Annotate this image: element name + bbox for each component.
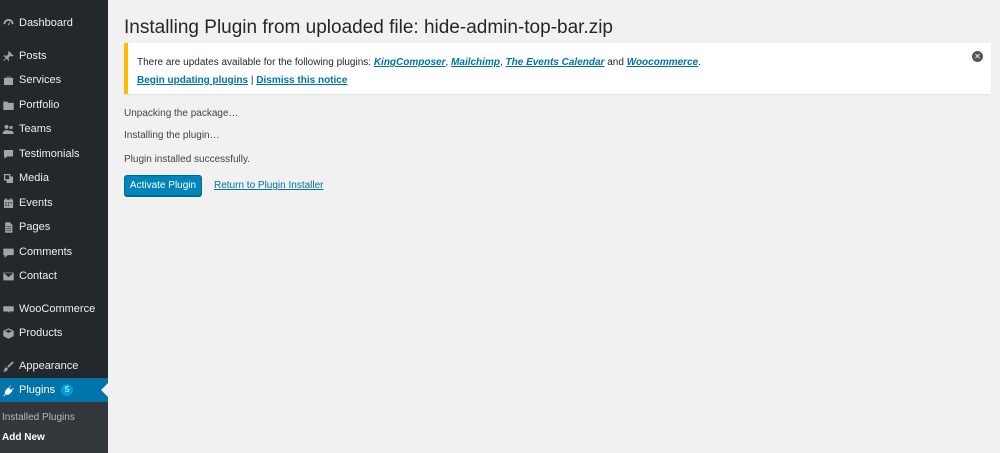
notice-actions: Begin updating plugins | Dismiss this no… <box>137 75 347 86</box>
sidebar-item-label: Media <box>19 172 49 184</box>
brush-icon <box>1 359 15 373</box>
page-icon <box>1 220 15 234</box>
sidebar-item-label: Pages <box>19 221 51 233</box>
sidebar-item-events[interactable]: Events <box>0 191 108 215</box>
sidebar-item-label: Events <box>19 197 53 209</box>
sidebar-item-label: Dashboard <box>19 17 73 29</box>
sidebar-item-label: Products <box>19 327 63 339</box>
notice-and: and <box>604 57 627 68</box>
sidebar-item-label: Services <box>19 74 62 86</box>
dashboard-icon <box>1 16 15 30</box>
comment-icon <box>1 245 15 259</box>
users-icon <box>1 122 15 136</box>
sidebar-item-comments[interactable]: Comments <box>0 240 108 264</box>
plugins-submenu: Installed Plugins Add New <box>0 402 108 453</box>
sidebar-item-products[interactable]: Products <box>0 321 108 345</box>
sidebar-item-label: Teams <box>19 123 52 135</box>
begin-updating-link[interactable]: Begin updating plugins <box>137 75 248 86</box>
sidebar-item-label: Comments <box>19 246 73 258</box>
quote-icon <box>1 147 15 161</box>
folder-icon <box>1 98 15 112</box>
update-notice: There are updates available for the foll… <box>124 43 991 94</box>
submenu-item-add-new[interactable]: Add New <box>2 432 45 443</box>
close-icon[interactable]: ✕ <box>972 51 983 62</box>
sidebar-item-dashboard[interactable]: Dashboard <box>0 11 108 35</box>
sidebar-item-plugins[interactable]: Plugins 5 <box>0 378 108 402</box>
plugin-link-kingcomposer[interactable]: KingComposer <box>374 57 446 68</box>
box-icon <box>1 326 15 340</box>
plugin-link-events-calendar[interactable]: The Events Calendar <box>506 57 605 68</box>
sidebar-item-label: Plugins <box>19 384 56 396</box>
admin-sidebar: Dashboard Posts Services Portfolio Teams… <box>0 0 108 453</box>
status-success: Plugin installed successfully. <box>124 154 250 165</box>
plugin-link-mailchimp[interactable]: Mailchimp <box>451 57 500 68</box>
update-count-badge: 5 <box>61 384 74 396</box>
plugin-link-woocommerce[interactable]: Woocommerce <box>627 57 699 68</box>
status-installing: Installing the plugin… <box>124 130 220 141</box>
sidebar-item-testimonials[interactable]: Testimonials <box>0 142 108 166</box>
sidebar-item-woocommerce[interactable]: WooCommerce <box>0 297 108 321</box>
sidebar-item-contact[interactable]: Contact <box>0 264 108 288</box>
return-to-installer-link[interactable]: Return to Plugin Installer <box>214 180 324 191</box>
sidebar-item-services[interactable]: Services <box>0 68 108 92</box>
woo-icon <box>1 302 15 316</box>
briefcase-icon <box>1 73 15 87</box>
mail-icon <box>1 269 15 283</box>
notice-prefix: There are updates available for the foll… <box>137 57 374 68</box>
submenu-item-installed-plugins[interactable]: Installed Plugins <box>2 412 75 423</box>
sidebar-item-label: Posts <box>19 50 47 62</box>
sidebar-item-posts[interactable]: Posts <box>0 44 108 68</box>
sidebar-item-portfolio[interactable]: Portfolio <box>0 93 108 117</box>
sidebar-item-label: Appearance <box>19 360 79 372</box>
activate-plugin-button[interactable]: Activate Plugin <box>124 175 202 196</box>
sidebar-item-label: Portfolio <box>19 99 60 111</box>
sidebar-item-teams[interactable]: Teams <box>0 117 108 141</box>
sidebar-item-appearance[interactable]: Appearance <box>0 354 108 378</box>
media-icon <box>1 171 15 185</box>
sidebar-item-label: WooCommerce <box>19 303 96 315</box>
page-title: Installing Plugin from uploaded file: hi… <box>124 17 613 38</box>
notice-end: . <box>698 57 701 68</box>
sidebar-item-pages[interactable]: Pages <box>0 215 108 239</box>
plug-icon <box>1 383 15 397</box>
pin-icon <box>1 49 15 63</box>
dismiss-notice-link[interactable]: Dismiss this notice <box>256 75 347 86</box>
status-unpacking: Unpacking the package… <box>124 108 239 119</box>
sidebar-item-media[interactable]: Media <box>0 166 108 190</box>
notice-message: There are updates available for the foll… <box>137 57 701 68</box>
calendar-icon <box>1 196 15 210</box>
sidebar-item-label: Contact <box>19 270 57 282</box>
sidebar-item-label: Testimonials <box>19 148 80 160</box>
